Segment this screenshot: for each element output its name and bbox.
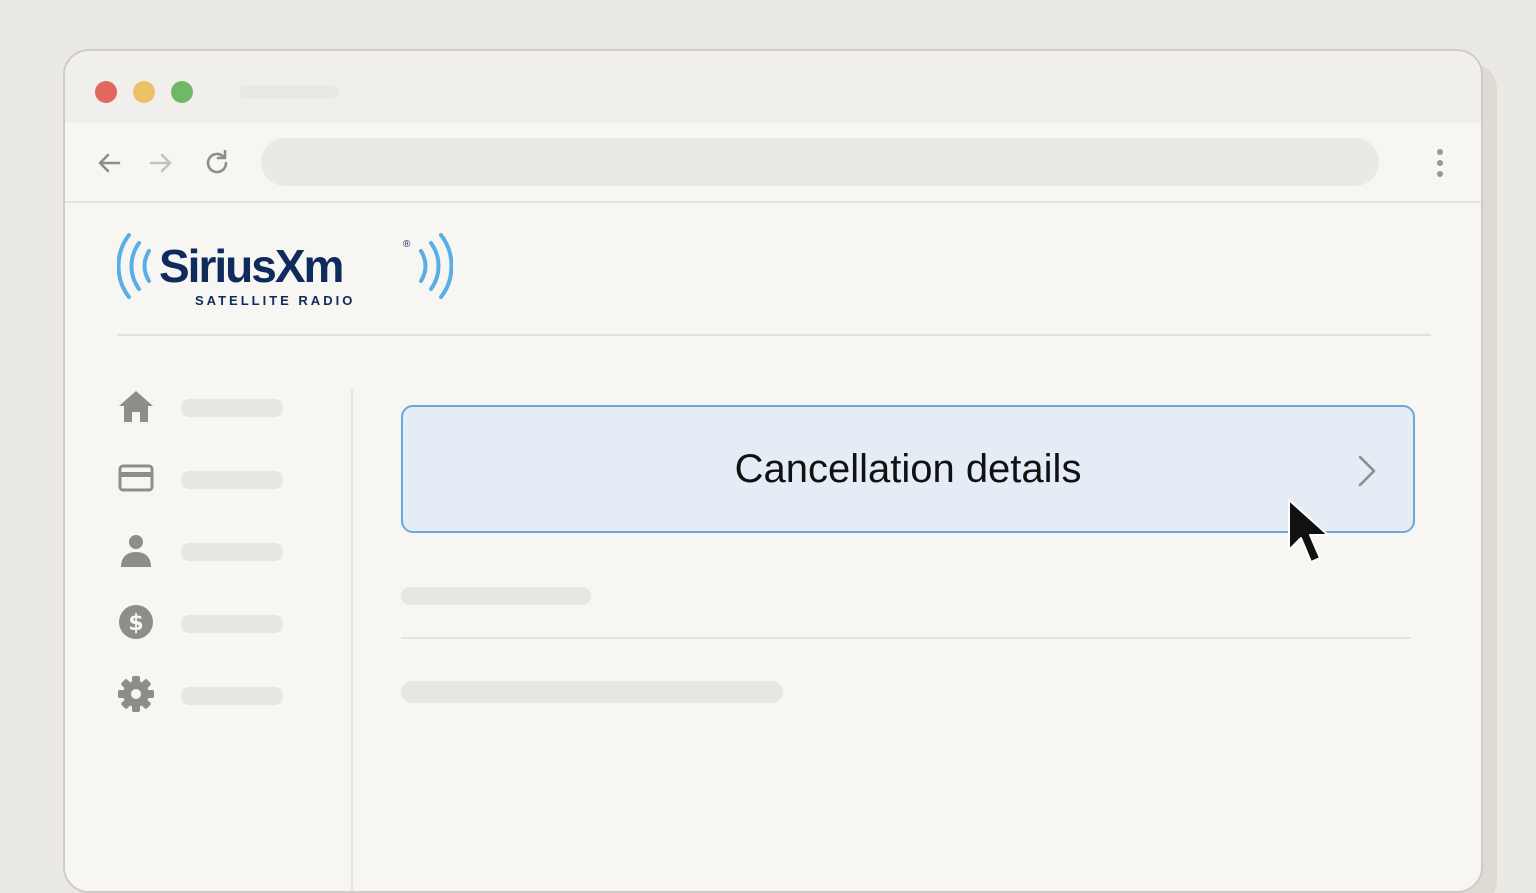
reload-icon[interactable] — [201, 147, 233, 179]
sidebar-label-placeholder — [181, 543, 283, 561]
minimize-window-button[interactable] — [133, 81, 155, 103]
sidebar-label-placeholder — [181, 615, 283, 633]
sidebar-item-payments[interactable]: $ — [117, 603, 297, 643]
logo-tagline: SATELLITE RADIO — [195, 293, 356, 308]
sidebar-item-account[interactable] — [117, 531, 297, 571]
sidebar-label-placeholder — [181, 471, 283, 489]
browser-window: SiriusXm ® SATELLITE RADIO $ Cancellatio… — [63, 49, 1483, 893]
title-bar — [65, 51, 1481, 123]
sidebar-label-placeholder — [181, 687, 283, 705]
cancellation-details-button[interactable]: Cancellation details — [401, 405, 1415, 533]
sidebar-item-billing[interactable] — [117, 459, 297, 499]
content-placeholder-line — [401, 681, 783, 703]
sidebar-item-home[interactable] — [117, 387, 297, 427]
siriusxm-logo: SiriusXm ® SATELLITE RADIO — [117, 231, 453, 311]
header-divider — [117, 334, 1431, 336]
browser-toolbar — [65, 123, 1481, 203]
maximize-window-button[interactable] — [171, 81, 193, 103]
arrow-left-icon[interactable] — [93, 147, 125, 179]
user-icon — [121, 535, 151, 567]
mouse-pointer-icon — [1288, 499, 1329, 563]
arrow-right-icon[interactable] — [145, 147, 177, 179]
chevron-right-icon — [1358, 455, 1376, 487]
sidebar-divider — [351, 389, 353, 891]
gear-icon — [118, 676, 154, 712]
tab-title-placeholder[interactable] — [239, 85, 339, 99]
credit-card-icon — [118, 464, 154, 492]
svg-text:$: $ — [128, 611, 143, 636]
registered-mark: ® — [403, 239, 411, 250]
sidebar-item-settings[interactable] — [117, 675, 297, 715]
dollar-icon: $ — [119, 605, 153, 639]
content-divider — [401, 637, 1411, 639]
cancellation-details-label: Cancellation details — [734, 447, 1082, 491]
address-bar[interactable] — [261, 138, 1379, 186]
home-icon — [119, 391, 153, 422]
sidebar-label-placeholder — [181, 399, 283, 417]
content-placeholder-line — [401, 587, 591, 605]
logo-wordmark: SiriusXm — [159, 240, 344, 292]
more-vertical-icon[interactable] — [1433, 147, 1447, 179]
close-window-button[interactable] — [95, 81, 117, 103]
